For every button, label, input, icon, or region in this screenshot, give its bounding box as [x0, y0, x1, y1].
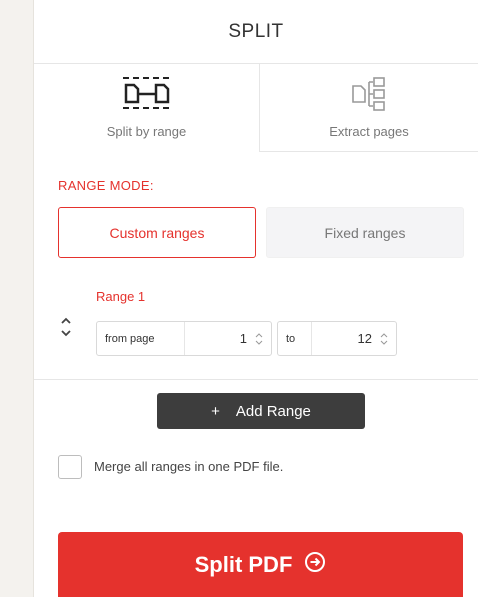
add-range-button[interactable]: + Add Range — [157, 393, 365, 429]
from-page-stepper[interactable] — [253, 332, 265, 345]
add-range-label: Add Range — [235, 402, 311, 420]
from-page-field[interactable]: from page 1 — [96, 321, 272, 356]
tab-extract-pages-label: Extract pages — [329, 124, 409, 139]
to-page-input[interactable]: 12 — [312, 331, 378, 346]
arrow-right-circle-icon — [304, 551, 326, 579]
merge-label: Merge all ranges in one PDF file. — [94, 459, 284, 474]
left-rail — [0, 0, 34, 597]
range-mode-label: RANGE MODE: — [58, 178, 154, 193]
split-range-icon — [121, 76, 173, 115]
tab-split-by-range[interactable]: Split by range — [34, 64, 260, 152]
tab-split-by-range-label: Split by range — [106, 124, 187, 139]
range-title: Range 1 — [96, 289, 146, 304]
custom-ranges-button[interactable]: Custom ranges — [58, 207, 256, 258]
to-page-stepper[interactable] — [378, 332, 390, 345]
plus-icon: + — [211, 402, 220, 420]
extract-pages-icon — [347, 76, 391, 117]
split-pdf-button[interactable]: Split PDF — [58, 532, 463, 597]
split-panel: SPLIT Split by range Extract pages RANGE… — [34, 0, 478, 597]
section-divider — [34, 379, 478, 380]
split-pdf-label: Split PDF — [194, 551, 293, 577]
fixed-ranges-button[interactable]: Fixed ranges — [266, 207, 464, 258]
panel-title: SPLIT — [34, 0, 478, 64]
to-page-field[interactable]: to 12 — [277, 321, 397, 356]
from-page-label: from page — [97, 322, 185, 355]
merge-checkbox[interactable] — [58, 455, 82, 479]
tab-extract-pages[interactable]: Extract pages — [260, 64, 478, 152]
to-page-label: to — [278, 322, 312, 355]
reorder-handle-icon[interactable] — [60, 316, 72, 343]
from-page-input[interactable]: 1 — [185, 331, 253, 346]
